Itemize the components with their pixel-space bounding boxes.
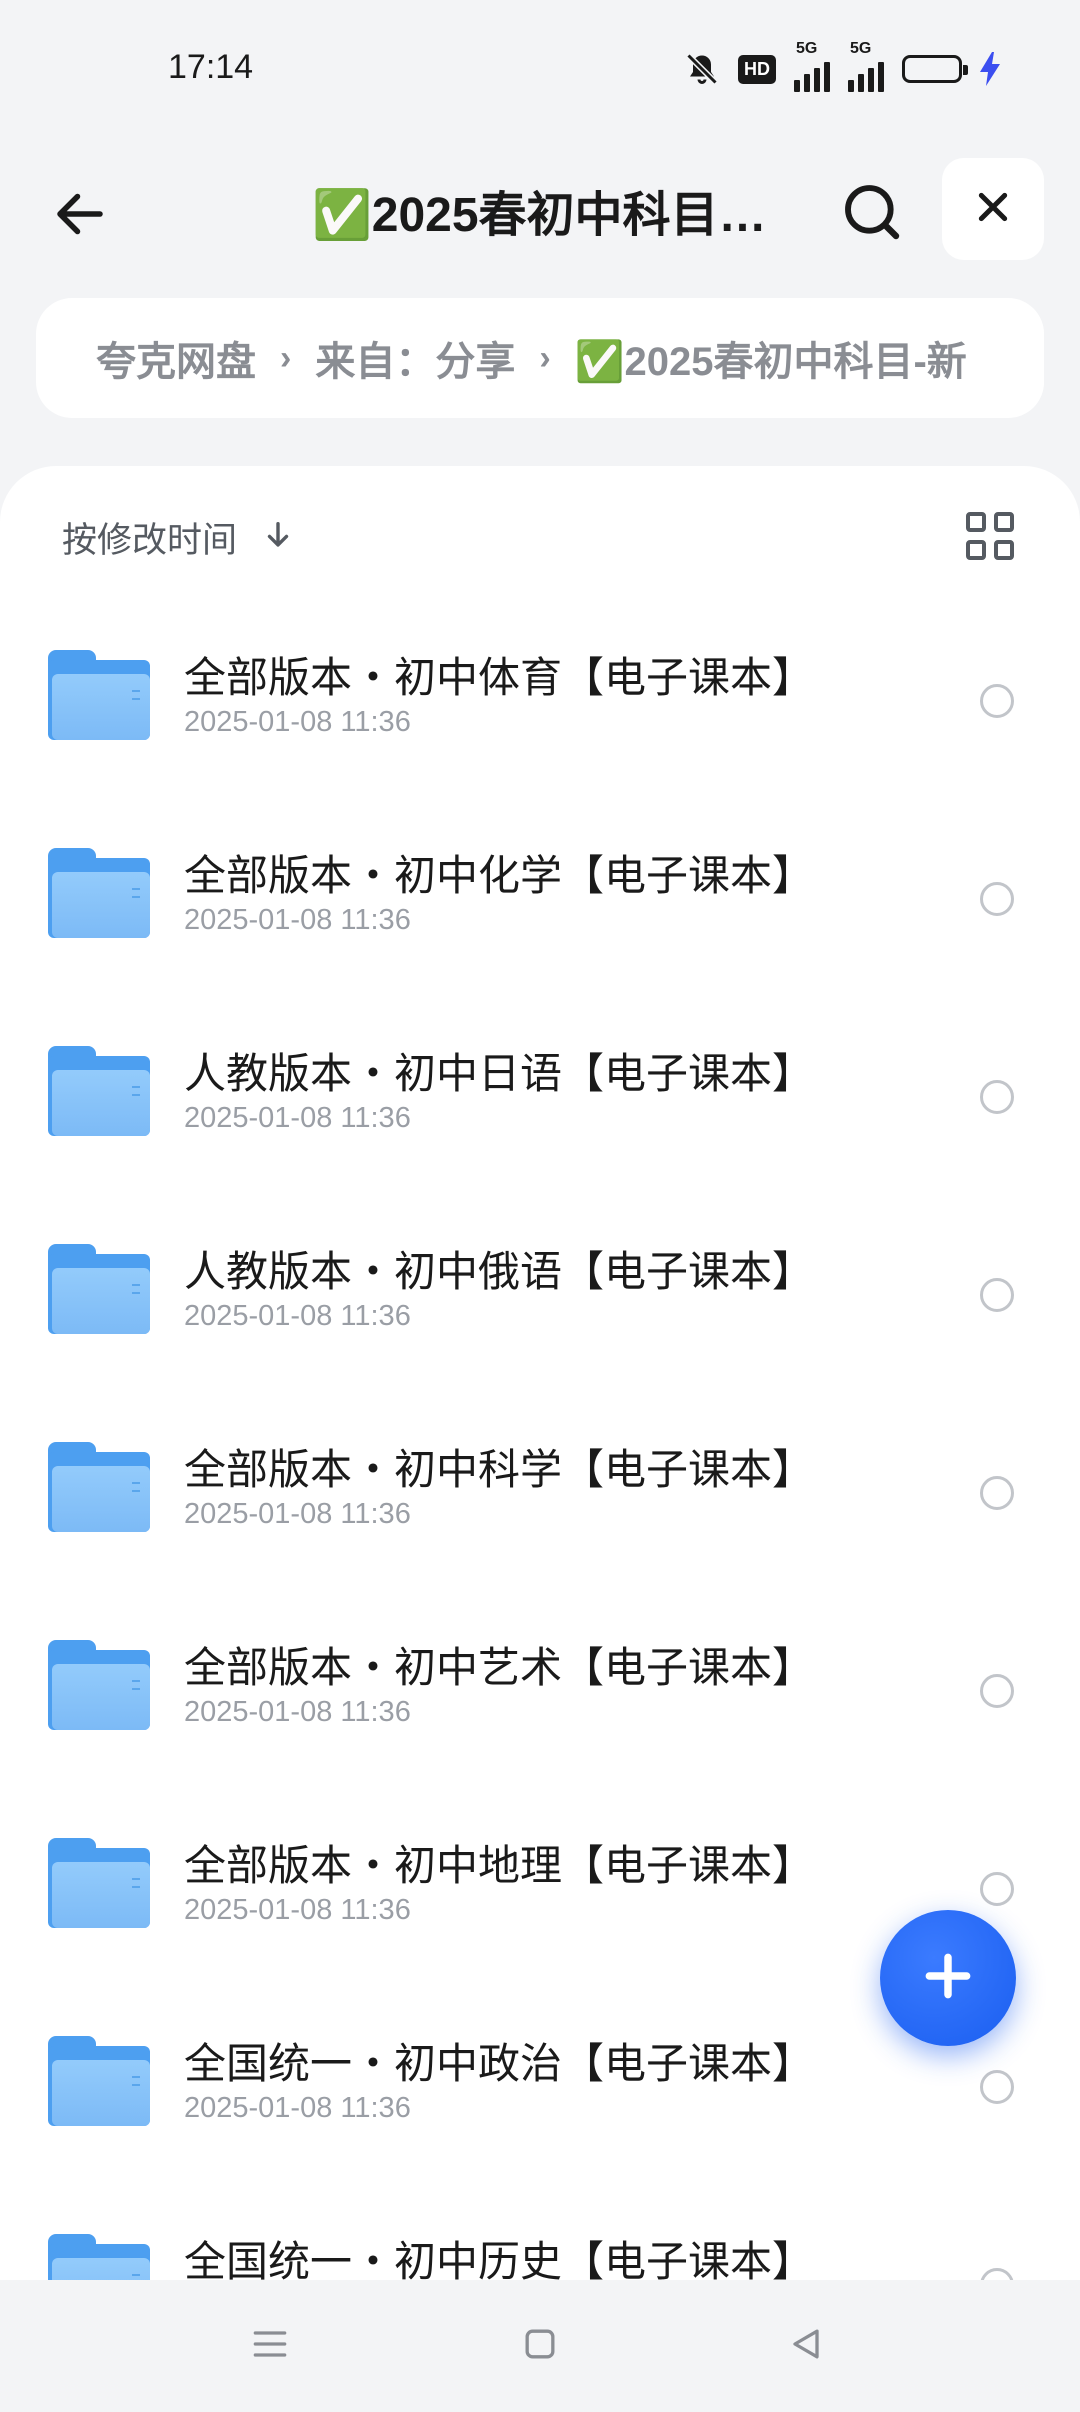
status-icons: HD 5G 5G [684, 40, 1000, 92]
list-item[interactable]: 全国统一・初中历史【电子课本】 [0, 2182, 1080, 2286]
breadcrumb: 夸克网盘 › 来自：分享 › ✅2025春初中科目-新 [36, 298, 1044, 418]
battery-icon [902, 55, 968, 83]
file-date: 2025-01-08 11:36 [184, 2092, 411, 2124]
breadcrumb-item-current[interactable]: ✅2025春初中科目-新 [575, 329, 967, 387]
chevron-right-icon: › [280, 338, 292, 377]
close-button[interactable] [942, 158, 1044, 260]
list-item[interactable]: 全部版本・初中科学【电子课本】 2025-01-08 11:36 [0, 1390, 1080, 1588]
folder-icon [48, 1640, 150, 1730]
add-button[interactable] [880, 1910, 1016, 2046]
signal-5g-icon: 5G [848, 40, 884, 92]
system-nav-bar [0, 2280, 1080, 2412]
header: ✅2025春初中科目… [0, 140, 1080, 280]
signal-5g-icon: 5G [794, 40, 830, 92]
file-date: 2025-01-08 11:36 [184, 1102, 411, 1134]
breadcrumb-fade [984, 298, 1044, 418]
select-checkbox[interactable] [980, 1476, 1014, 1510]
close-icon [973, 187, 1013, 232]
file-date: 2025-01-08 11:36 [184, 1300, 411, 1332]
list-item[interactable]: 全部版本・初中化学【电子课本】 2025-01-08 11:36 [0, 796, 1080, 994]
file-name: 全部版本・初中地理【电子课本】 [184, 1842, 815, 1889]
charging-icon [980, 52, 1000, 86]
status-time: 17:14 [168, 48, 254, 86]
select-checkbox[interactable] [980, 882, 1014, 916]
folder-icon [48, 2234, 150, 2286]
network-type-label: 5G [796, 40, 818, 57]
grid-view-icon[interactable] [966, 512, 1014, 560]
select-checkbox[interactable] [980, 1674, 1014, 1708]
back-button[interactable] [44, 180, 116, 252]
file-name: 全部版本・初中体育【电子课本】 [184, 654, 815, 701]
recent-apps-button[interactable] [240, 2316, 300, 2376]
arrow-left-icon [50, 184, 110, 249]
chevron-right-icon: › [539, 338, 551, 377]
status-bar: 17:14 HD 5G 5G [0, 0, 1080, 140]
folder-icon [48, 848, 150, 938]
home-button[interactable] [510, 2316, 570, 2376]
sort-button[interactable]: 按修改时间 [62, 512, 295, 563]
list-item[interactable]: 全部版本・初中艺术【电子课本】 2025-01-08 11:36 [0, 1588, 1080, 1786]
file-name: 全部版本・初中化学【电子课本】 [184, 852, 815, 899]
system-back-button[interactable] [776, 2316, 836, 2376]
file-name: 全部版本・初中艺术【电子课本】 [184, 1644, 815, 1691]
select-checkbox[interactable] [980, 1278, 1014, 1312]
back-triangle-icon [784, 2322, 828, 2371]
list-item[interactable]: 人教版本・初中日语【电子课本】 2025-01-08 11:36 [0, 994, 1080, 1192]
breadcrumb-item-root[interactable]: 夸克网盘 [96, 329, 256, 387]
home-square-icon [518, 2322, 562, 2371]
select-checkbox[interactable] [980, 1080, 1014, 1114]
folder-icon [48, 1442, 150, 1532]
file-name: 人教版本・初中日语【电子课本】 [184, 1050, 815, 1097]
folder-icon [48, 2036, 150, 2126]
file-name: 全国统一・初中历史【电子课本】 [184, 2238, 815, 2285]
page-title: ✅2025春初中科目… [312, 189, 767, 242]
folder-icon [48, 1244, 150, 1334]
select-checkbox[interactable] [980, 2070, 1014, 2104]
search-icon [840, 180, 904, 249]
file-name: 人教版本・初中俄语【电子课本】 [184, 1248, 815, 1295]
sort-label: 按修改时间 [62, 521, 238, 560]
file-name: 全部版本・初中科学【电子课本】 [184, 1446, 815, 1493]
arrow-down-icon [261, 518, 295, 557]
breadcrumb-item-share[interactable]: 来自：分享 [315, 329, 515, 387]
file-date: 2025-01-08 11:36 [184, 1696, 411, 1728]
folder-icon [48, 650, 150, 740]
folder-icon [48, 1838, 150, 1928]
list-item[interactable]: 全部版本・初中体育【电子课本】 2025-01-08 11:36 [0, 598, 1080, 796]
file-date: 2025-01-08 11:36 [184, 706, 411, 738]
select-checkbox[interactable] [980, 1872, 1014, 1906]
file-date: 2025-01-08 11:36 [184, 1894, 411, 1926]
list-item[interactable]: 人教版本・初中俄语【电子课本】 2025-01-08 11:36 [0, 1192, 1080, 1390]
file-date: 2025-01-08 11:36 [184, 904, 411, 936]
hd-icon: HD [738, 54, 776, 84]
search-button[interactable] [832, 174, 912, 254]
plus-icon [920, 1948, 976, 2009]
bell-off-icon [684, 51, 720, 87]
menu-icon [248, 2322, 292, 2371]
folder-icon [48, 1046, 150, 1136]
file-name: 全国统一・初中政治【电子课本】 [184, 2040, 815, 2087]
file-date: 2025-01-08 11:36 [184, 1498, 411, 1530]
network-type-label: 5G [850, 40, 872, 57]
select-checkbox[interactable] [980, 684, 1014, 718]
